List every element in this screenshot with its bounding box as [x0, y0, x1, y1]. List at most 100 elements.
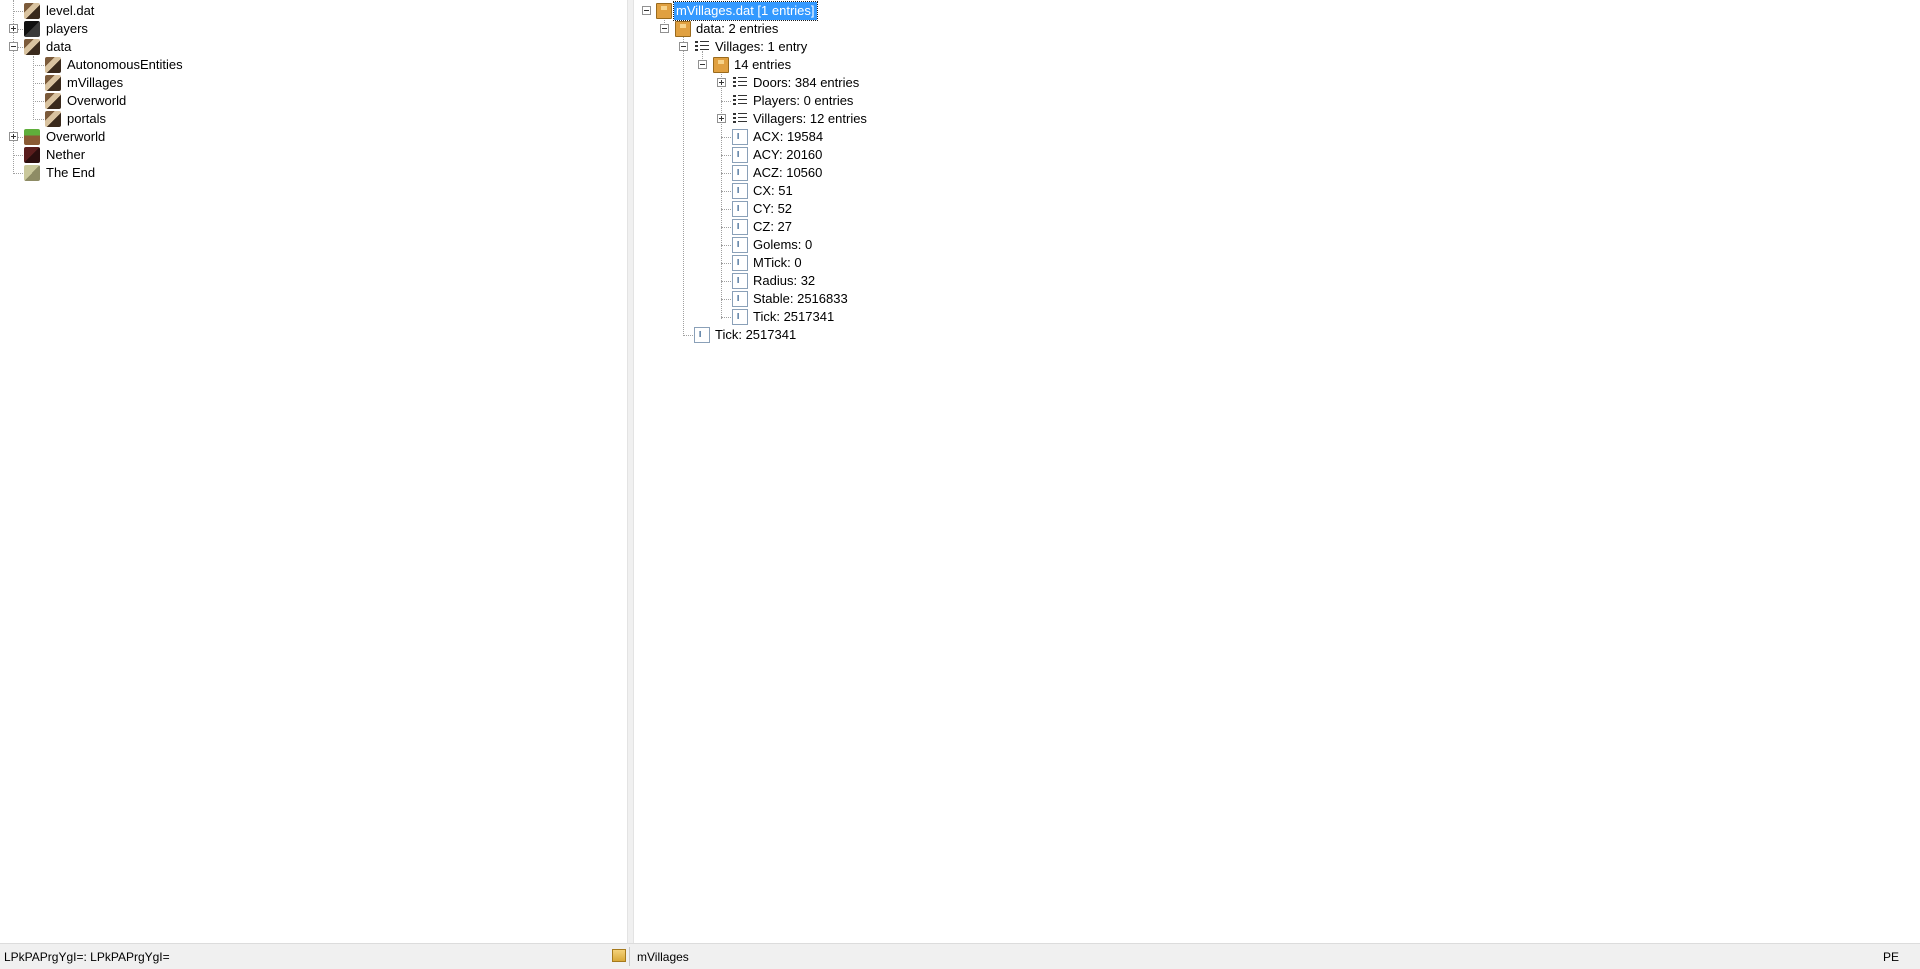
tree-item-label: CY: 52 [753, 201, 793, 216]
tree-item-label: level.dat [46, 3, 95, 18]
dark-cube-icon [24, 21, 40, 37]
compound-icon [713, 57, 729, 73]
collapse-minus-icon[interactable] [698, 60, 707, 69]
expand-plus-icon[interactable] [717, 114, 726, 123]
tree-item-overworld[interactable]: Overworld [0, 128, 620, 146]
tree-item-label: Stable: 2516833 [753, 291, 848, 306]
nbt-item-acz[interactable]: ACZ: 10560 [634, 164, 1914, 182]
tree-item-portals[interactable]: portals [0, 110, 620, 128]
list-icon [732, 93, 748, 109]
list-icon [732, 75, 748, 91]
tree-item-label: ACX: 19584 [753, 129, 824, 144]
status-selected-name: mVillages [637, 950, 689, 964]
nbt-item-cx[interactable]: CX: 51 [634, 182, 1914, 200]
nbt-item-village-compound[interactable]: 14 entries [634, 56, 1914, 74]
end-cube-icon [24, 165, 40, 181]
nbt-item-villages[interactable]: Villages: 1 entry [634, 38, 1914, 56]
book-icon [45, 93, 61, 109]
status-edition: PE [1883, 950, 1900, 964]
tree-item-label: Players: 0 entries [753, 93, 854, 108]
nbt-item-village-tick[interactable]: Tick: 2517341 [634, 308, 1914, 326]
nbt-item-tick[interactable]: Tick: 2517341 [634, 326, 1914, 344]
nbt-item-stable[interactable]: Stable: 2516833 [634, 290, 1914, 308]
tree-item-label: portals [67, 111, 107, 126]
tree-item-label: AutonomousEntities [67, 57, 183, 72]
expand-plus-icon[interactable] [9, 132, 18, 141]
nbt-item-cy[interactable]: CY: 52 [634, 200, 1914, 218]
tree-line [33, 119, 44, 120]
tree-item-label: data: 2 entries [696, 21, 779, 36]
tree-item-label: MTick: 0 [753, 255, 802, 270]
nbt-item-data[interactable]: data: 2 entries [634, 20, 1914, 38]
collapse-minus-icon[interactable] [679, 42, 688, 51]
tree-line [18, 29, 23, 30]
book-icon [45, 111, 61, 127]
tree-line [18, 47, 23, 48]
list-icon [732, 111, 748, 127]
tree-item-mvillages[interactable]: mVillages [0, 74, 620, 92]
nbt-item-mtick[interactable]: MTick: 0 [634, 254, 1914, 272]
tree-item-label: data [46, 39, 72, 54]
list-icon [694, 39, 710, 55]
tree-item-level-dat[interactable]: level.dat [0, 2, 620, 20]
nbt-item-villagers[interactable]: Villagers: 12 entries [634, 110, 1914, 128]
tree-item-nether[interactable]: Nether [0, 146, 620, 164]
tree-line [721, 245, 731, 246]
nether-cube-icon [24, 147, 40, 163]
compound-icon [656, 3, 672, 19]
expand-plus-icon[interactable] [717, 78, 726, 87]
nbt-tree-pane[interactable]: mVillages.dat [1 entries] data: 2 entrie… [634, 0, 1920, 943]
grass-cube-icon [24, 129, 40, 145]
tree-item-label: Tick: 2517341 [753, 309, 835, 324]
tree-item-label: ACY: 20160 [753, 147, 823, 162]
int-tag-icon [732, 147, 748, 163]
nbt-item-doors[interactable]: Doors: 384 entries [634, 74, 1914, 92]
tree-item-data[interactable]: data [0, 38, 620, 56]
folder-icon[interactable] [612, 949, 626, 962]
tree-line [721, 227, 731, 228]
tree-line [33, 83, 44, 84]
int-tag-icon [732, 165, 748, 181]
tree-item-label: Tick: 2517341 [715, 327, 797, 342]
tree-item-label: 14 entries [734, 57, 792, 72]
status-separator [629, 947, 630, 966]
nbt-item-radius[interactable]: Radius: 32 [634, 272, 1914, 290]
tree-item-label: Villagers: 12 entries [753, 111, 867, 126]
book-icon [24, 3, 40, 19]
tree-line [721, 281, 731, 282]
tree-item-label: CX: 51 [753, 183, 793, 198]
tree-item-label: mVillages.dat [1 entries] [673, 1, 818, 21]
int-tag-icon [732, 291, 748, 307]
int-tag-icon [694, 327, 710, 343]
tree-item-players[interactable]: players [0, 20, 620, 38]
collapse-minus-icon[interactable] [642, 6, 651, 15]
compound-icon [675, 21, 691, 37]
tree-item-label: Overworld [67, 93, 127, 108]
book-icon [24, 39, 40, 55]
tree-item-overworld-data[interactable]: Overworld [0, 92, 620, 110]
tree-line [18, 137, 23, 138]
nbt-item-acy[interactable]: ACY: 20160 [634, 146, 1914, 164]
tree-item-autonomous-entities[interactable]: AutonomousEntities [0, 56, 620, 74]
collapse-minus-icon[interactable] [9, 42, 18, 51]
tree-line [721, 299, 731, 300]
nbt-item-players[interactable]: Players: 0 entries [634, 92, 1914, 110]
tree-line [13, 11, 23, 12]
tree-item-label: Overworld [46, 129, 106, 144]
nbt-item-cz[interactable]: CZ: 27 [634, 218, 1914, 236]
world-tree-pane[interactable]: level.dat players data AutonomousEntitie… [0, 0, 627, 943]
int-tag-icon [732, 201, 748, 217]
tree-item-label: mVillages [67, 75, 124, 90]
tree-line [721, 101, 731, 102]
tree-item-the-end[interactable]: The End [0, 164, 620, 182]
pane-splitter[interactable] [627, 0, 634, 943]
expand-plus-icon[interactable] [9, 24, 18, 33]
tree-line [13, 173, 23, 174]
nbt-item-golems[interactable]: Golems: 0 [634, 236, 1914, 254]
tree-item-label: ACZ: 10560 [753, 165, 823, 180]
nbt-root[interactable]: mVillages.dat [1 entries] [634, 1, 1914, 21]
tree-item-label: Villages: 1 entry [715, 39, 808, 54]
collapse-minus-icon[interactable] [660, 24, 669, 33]
nbt-item-acx[interactable]: ACX: 19584 [634, 128, 1914, 146]
tree-line [683, 335, 693, 336]
